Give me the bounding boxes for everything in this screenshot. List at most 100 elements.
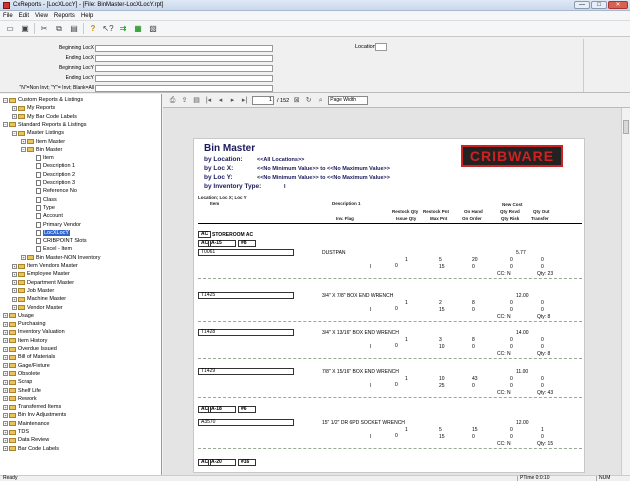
expand-icon[interactable]: + [21,255,26,261]
expand-icon[interactable]: + [3,421,8,427]
expand-icon[interactable]: + [3,379,8,385]
expand-icon[interactable]: + [3,396,8,402]
tree-item[interactable]: + Obsolete [3,370,40,378]
expand-icon[interactable]: + [12,263,17,269]
expand-icon[interactable]: + [3,371,8,377]
ending-locy-input[interactable] [95,74,273,82]
next-page-icon[interactable]: ▸ [228,96,237,105]
expand-icon[interactable]: + [3,404,8,410]
report-tree[interactable]: − Custom Reports & Listings + My Reports + My… [0,94,162,475]
tree-item[interactable]: CRIBPOINT Slots [30,237,87,245]
expand-icon[interactable]: + [12,114,17,120]
expand-icon[interactable]: + [12,305,17,310]
scroll-thumb[interactable] [623,120,629,134]
tree-item[interactable]: − Master Listings [12,129,64,137]
location-input[interactable] [375,43,387,51]
tree-item[interactable]: Description 3 [30,179,75,187]
run-icon[interactable]: ⇉ [117,23,129,34]
tree-item[interactable]: Item [30,154,54,162]
tree-item[interactable]: + Bar Code Labels [3,445,59,453]
tree-item[interactable]: + Maintenance [3,420,50,428]
tree-item[interactable]: + Inventory Valuation [3,328,65,336]
cut-icon[interactable]: ✂ [38,23,50,34]
tree-item[interactable]: + Bin Inv Adjustments [3,411,66,419]
expand-icon[interactable]: + [12,271,17,277]
tree-item[interactable]: + Transferred Items [3,403,61,411]
tree-item[interactable]: + Item Vendors Master [12,262,78,270]
close-button[interactable]: ✕ [608,1,628,9]
expand-icon[interactable]: + [3,363,8,369]
tree-item[interactable]: + Bill of Materials [3,353,55,361]
expand-icon[interactable]: + [3,321,8,327]
help-icon[interactable]: ? [87,23,99,34]
maximize-button[interactable]: □ [591,1,607,9]
tree-item[interactable]: + Item Master [21,138,65,146]
tree-item[interactable]: Account [30,212,63,220]
tree-item[interactable]: + Item History [3,337,47,345]
viewer-scrollbar[interactable] [621,108,630,475]
tree-item[interactable]: Reference No [30,187,77,195]
first-page-icon[interactable]: |◂ [204,96,213,105]
refresh-icon[interactable]: ▧ [147,23,159,34]
search-icon[interactable]: ⌕ [316,96,325,105]
last-page-icon[interactable]: ▸| [240,96,249,105]
tree-item[interactable]: Excel - Item [30,245,72,253]
tree-item[interactable]: + Employee Master [12,270,70,278]
group-tree-icon[interactable]: ▤ [192,96,201,105]
collapse-icon[interactable]: − [21,147,26,153]
expand-icon[interactable]: + [3,329,8,335]
expand-icon[interactable]: + [3,346,8,352]
zoom-select[interactable]: Page Width [328,96,369,105]
tree-item[interactable]: + Data Review [3,436,49,444]
tree-item[interactable]: + Machine Master [12,295,66,303]
tree-item[interactable]: + TDS [3,428,29,436]
menu-view[interactable]: View [32,13,51,19]
tree-item[interactable]: + Department Master [12,279,74,287]
expand-icon[interactable]: + [3,437,8,443]
tree-item[interactable]: + Overdue Issued [3,345,57,353]
tree-item[interactable]: + Vendor Master [12,304,63,312]
tree-item[interactable]: + Job Master [12,287,54,295]
tree-item[interactable]: Primary Vendor [30,221,81,229]
expand-icon[interactable]: + [3,429,8,435]
page-number-input[interactable]: 1 [252,96,274,105]
stop-icon[interactable]: ⊠ [292,96,301,105]
tree-item[interactable]: − Bin Master [21,146,62,154]
menu-file[interactable]: File [0,13,16,19]
tree-item[interactable]: + Purchasing [3,320,46,328]
tree-item[interactable]: − Custom Reports & Listings [3,96,83,104]
menu-reports[interactable]: Reports [51,13,78,19]
expand-icon[interactable]: + [12,105,17,111]
beginning-locx-input[interactable] [95,44,273,52]
menu-help[interactable]: Help [78,13,96,19]
expand-icon[interactable]: + [3,388,8,393]
tree-item[interactable]: Class [30,196,57,204]
tree-item[interactable]: + Shelf Life [3,387,41,395]
expand-icon[interactable]: + [3,354,8,360]
tree-item[interactable]: + Gage/Fixture [3,362,50,370]
inv-flag-input[interactable] [95,84,273,92]
tree-item[interactable]: − Standard Reports & Listings [3,121,86,129]
tree-item[interactable]: + Scrap [3,378,32,386]
open-icon[interactable]: ▭ [4,23,16,34]
expand-icon[interactable]: + [12,288,17,294]
paste-icon[interactable]: ▤ [68,23,80,34]
expand-icon[interactable]: + [3,338,8,344]
ending-locx-input[interactable] [95,54,273,62]
minimize-button[interactable]: — [574,1,590,9]
collapse-icon[interactable]: − [12,130,17,136]
tree-item[interactable]: Description 1 [30,162,75,170]
collapse-icon[interactable]: − [3,122,8,128]
print-icon[interactable]: ⎙ [168,96,177,105]
tree-item[interactable]: Description 2 [30,171,75,179]
refresh-report-icon[interactable]: ↻ [304,96,313,105]
tree-item[interactable]: + My Bar Code Labels [12,113,77,121]
expand-icon[interactable]: + [3,446,8,452]
prev-page-icon[interactable]: ◂ [216,96,225,105]
expand-icon[interactable]: + [3,412,8,418]
tree-item[interactable]: + Usage [3,312,34,320]
expand-icon[interactable]: + [12,280,17,286]
copy-icon[interactable]: ⧉ [53,23,65,34]
tree-item[interactable]: LocXLocY [30,229,71,237]
beginning-locy-input[interactable] [95,64,273,72]
